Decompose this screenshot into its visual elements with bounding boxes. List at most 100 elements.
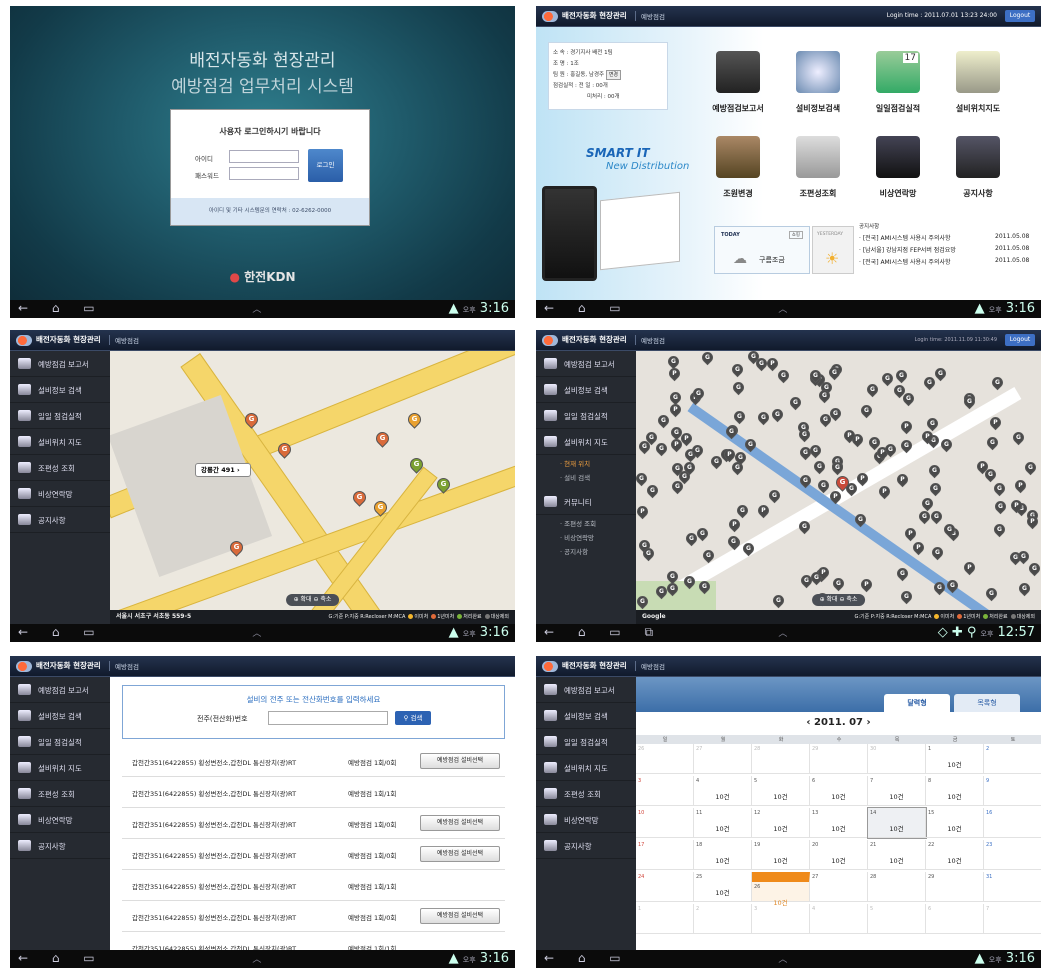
map-pin[interactable]: G: [916, 508, 933, 525]
table-row[interactable]: 갑천간351(6422855) 횡성변전소,갑천DL 통신장치(광)RT 예방점검…: [122, 778, 505, 808]
calendar-day[interactable]: 27: [694, 744, 752, 774]
map-pin[interactable]: P: [756, 502, 772, 519]
login-button[interactable]: 로그인: [308, 149, 343, 182]
nav-buttons[interactable]: ← ⌂ ▭: [18, 625, 105, 639]
logout-button[interactable]: Logout: [1005, 334, 1035, 346]
map-pin[interactable]: G: [992, 498, 1008, 515]
calendar-day[interactable]: 21 10건: [868, 840, 926, 870]
calendar-day[interactable]: 29: [926, 872, 984, 902]
map-pin[interactable]: G: [405, 410, 424, 429]
sidebar-item[interactable]: 설비정보 검색: [10, 703, 110, 729]
sidebar-item[interactable]: 일일 점검실적: [10, 403, 110, 429]
sidebar-item[interactable]: 공지사항: [10, 833, 110, 859]
calendar-day[interactable]: 6: [926, 904, 984, 934]
calendar-day[interactable]: 18 10건: [694, 840, 752, 870]
calendar-day[interactable]: 30: [868, 744, 926, 774]
sidebar-subitem-equipment-search[interactable]: · 설비 검색: [536, 469, 636, 483]
report-icon[interactable]: [716, 51, 760, 93]
map-pin[interactable]: P: [899, 418, 915, 435]
map-pin[interactable]: G: [730, 379, 747, 395]
map-pin[interactable]: G: [928, 508, 945, 525]
map-pin[interactable]: G: [699, 351, 716, 366]
map-pin[interactable]: G: [991, 521, 1008, 537]
logout-button[interactable]: Logout: [1005, 10, 1035, 22]
menu-label[interactable]: 공지사항: [938, 188, 1018, 199]
map-pin[interactable]: G: [880, 370, 896, 386]
map-pin[interactable]: G: [930, 544, 946, 560]
sidebar-item[interactable]: 비상연락망: [536, 807, 636, 833]
calendar-day[interactable]: 7 10건: [868, 776, 926, 806]
map-pin[interactable]: G: [656, 412, 672, 429]
menu-label[interactable]: 설비위치지도: [938, 103, 1018, 114]
calendar-day[interactable]: 20 10건: [810, 840, 868, 870]
map-pin[interactable]: G: [894, 566, 911, 582]
map-pin[interactable]: G: [926, 462, 943, 479]
tab-calendar[interactable]: 달력형: [884, 694, 950, 712]
map-view[interactable]: PGGGGPPGGGPGPGGGGGPGGGGPGGGGGGGGGGPGGPGP…: [636, 351, 1041, 624]
sidebar-item[interactable]: 비상연락망: [10, 481, 110, 507]
team-change-icon[interactable]: [716, 136, 760, 178]
chevron-up-icon[interactable]: ︿: [252, 952, 261, 965]
nav-buttons[interactable]: ← ⌂ ▭: [18, 951, 105, 965]
password-input[interactable]: [229, 167, 299, 180]
calendar-day[interactable]: 1: [636, 904, 694, 934]
sidebar-item[interactable]: 설비위치 지도: [10, 429, 110, 455]
map-pin[interactable]: G: [924, 415, 941, 431]
map-pin[interactable]: G: [919, 495, 936, 512]
map-pin[interactable]: G: [654, 440, 670, 457]
calendar-day[interactable]: 1 10건: [926, 744, 984, 774]
map-pin[interactable]: G: [645, 482, 661, 499]
map-pin[interactable]: G: [1016, 580, 1032, 596]
map-pin[interactable]: G: [984, 585, 1000, 602]
sidebar-item[interactable]: 설비정보 검색: [536, 377, 636, 403]
calendar-day[interactable]: 6 10건: [810, 776, 868, 806]
zoom-control[interactable]: ⊕ 확대 ⊖ 축소: [811, 594, 866, 606]
sidebar-item[interactable]: 조편성 조회: [10, 781, 110, 807]
sidebar-item[interactable]: 설비정보 검색: [536, 703, 636, 729]
sidebar-item[interactable]: 조편성 조회: [536, 781, 636, 807]
calendar-day[interactable]: 5: [868, 904, 926, 934]
select-equipment-button[interactable]: 예방점검 설비선택: [420, 908, 500, 924]
notice-item[interactable]: · [전국] AMI시스템 사용시 주의사항 2011.05.08: [859, 257, 1039, 269]
map-pin[interactable]: G: [901, 390, 917, 407]
table-row[interactable]: 갑천간351(6422855) 횡성변전소,갑천DL 통신장치(광)RT 예방점검…: [122, 747, 505, 777]
map-pin[interactable]: P: [894, 471, 911, 488]
calendar-day[interactable]: 4 10건: [694, 776, 752, 806]
map-pin[interactable]: P: [858, 577, 875, 593]
zoom-control[interactable]: ⊕ 확대 ⊖ 축소: [285, 594, 340, 606]
table-row[interactable]: 갑천간351(6422855) 횡성변전소,갑천DL 통신장치(광)RT 예방점검…: [122, 809, 505, 839]
map-pin[interactable]: G: [770, 406, 786, 423]
calendar-day[interactable]: 12 10건: [752, 808, 810, 838]
map-pin[interactable]: G: [755, 409, 772, 425]
map-pin[interactable]: G: [989, 374, 1005, 391]
map-pin[interactable]: P: [764, 355, 780, 372]
map-pin[interactable]: G: [1026, 560, 1041, 577]
id-input[interactable]: [229, 150, 299, 163]
team-lookup-icon[interactable]: [796, 136, 840, 178]
sidebar-subitem-current-location[interactable]: · 현재 위치: [536, 455, 636, 469]
map-pin[interactable]: G: [734, 502, 751, 519]
map-pin[interactable]: G: [770, 593, 787, 609]
map-pin[interactable]: G: [984, 434, 1001, 451]
calendar-day[interactable]: 10: [636, 808, 694, 838]
sidebar-item[interactable]: 일일 점검실적: [536, 729, 636, 755]
notice-icon[interactable]: [956, 136, 1000, 178]
calendar-day[interactable]: 23: [984, 840, 1041, 870]
sidebar-item[interactable]: 비상연락망: [10, 807, 110, 833]
map-pin[interactable]: G: [830, 575, 847, 591]
sidebar-item[interactable]: 조편성 조회: [10, 455, 110, 481]
menu-label[interactable]: 조편성조회: [778, 188, 858, 199]
map-pin[interactable]: G: [1011, 429, 1027, 446]
menu-label[interactable]: 일일점검실적: [858, 103, 938, 114]
map-pin[interactable]: P: [726, 516, 743, 533]
calendar-day[interactable]: 3: [636, 776, 694, 806]
sidebar-item[interactable]: 공지사항: [536, 833, 636, 859]
calendar-day[interactable]: 8 10건: [926, 776, 984, 806]
sidebar-item[interactable]: 예방점검 보고서: [10, 351, 110, 377]
map-pin[interactable]: G: [787, 394, 803, 411]
nav-buttons[interactable]: ← ⌂ ▭: [544, 301, 631, 315]
map-pin[interactable]: G: [796, 426, 813, 443]
sidebar-item[interactable]: 일일 점검실적: [536, 403, 636, 429]
notice-item[interactable]: · [전국] AMI시스템 사용시 주의사항 2011.05.08: [859, 233, 1039, 245]
calendar-day[interactable]: 19 10건: [752, 840, 810, 870]
